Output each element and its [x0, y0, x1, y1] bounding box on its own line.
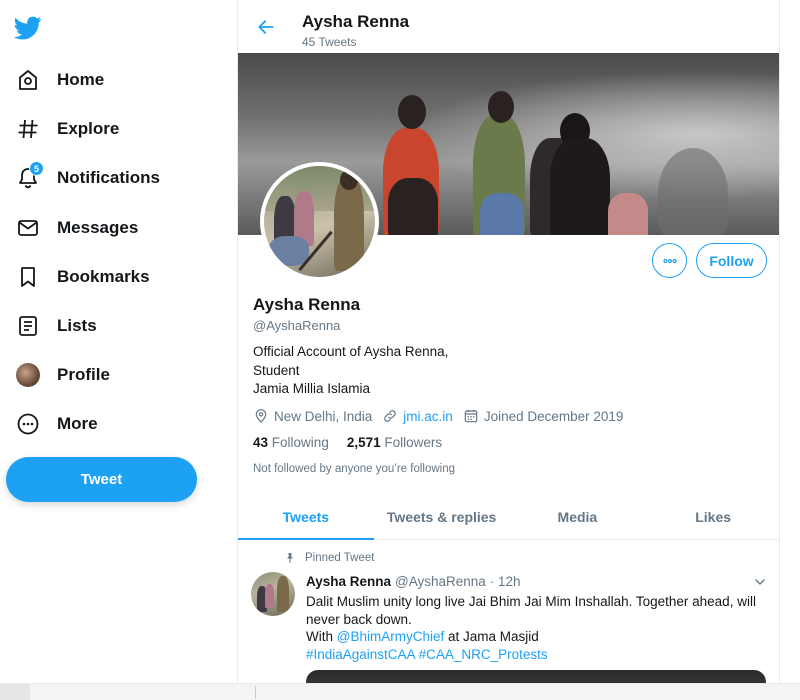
bottom-status-bar [0, 683, 800, 700]
pinned-indicator: Pinned Tweet [284, 552, 374, 564]
profile-column: Aysha Renna 45 Tweets Follow Aysha Renna… [237, 0, 780, 700]
sidebar-item-label: Explore [57, 119, 120, 138]
tweet-header: Aysha Renna @AyshaRenna · 12h [306, 574, 521, 589]
profile-bio: Official Account of Aysha Renna, Student… [253, 343, 448, 399]
sidebar-item-label: Lists [57, 316, 97, 335]
following-label: Following [271, 435, 329, 450]
pinned-label: Pinned Tweet [305, 552, 375, 564]
tweet-avatar[interactable] [251, 572, 295, 616]
bio-line: Student [253, 362, 300, 378]
location: New Delhi, India [253, 408, 372, 424]
sidebar-item-notifications[interactable]: 5 Notifications [14, 158, 160, 198]
more-dots-icon [662, 258, 677, 263]
tab-tweets-replies[interactable]: Tweets & replies [374, 494, 510, 539]
sidebar-item-messages[interactable]: Messages [14, 208, 138, 248]
bell-icon: 5 [14, 161, 44, 192]
twitter-bird-icon[interactable] [13, 14, 42, 42]
tab-likes[interactable]: Likes [645, 494, 779, 539]
header-tweet-count: 45 Tweets [302, 35, 357, 49]
tweet-time[interactable]: · 12h [490, 574, 521, 589]
followers-count: 2,571 [346, 435, 381, 450]
tweet-with-line: With @BhimArmyChief at Jama Masjid [306, 628, 766, 646]
website: jmi.ac.in [382, 408, 453, 424]
right-margin [780, 0, 800, 683]
sidebar-item-home[interactable]: Home [14, 60, 104, 100]
calendar-icon [464, 410, 478, 423]
bookmark-icon [14, 263, 42, 291]
website-link[interactable]: jmi.ac.in [403, 409, 453, 424]
follow-button[interactable]: Follow [696, 243, 767, 278]
hashtag-link[interactable]: #CAA_NRC_Protests [419, 647, 548, 662]
profile-name: Aysha Renna [253, 295, 361, 314]
link-icon [384, 410, 397, 422]
profile-meta: New Delhi, India jmi.ac.in Joined Decemb… [253, 406, 633, 426]
tweet-author-handle[interactable]: @AyshaRenna [395, 574, 486, 589]
hashtag-icon [14, 115, 42, 143]
more-options-button[interactable] [652, 243, 687, 278]
envelope-icon [14, 214, 42, 242]
tab-media[interactable]: Media [510, 494, 646, 539]
more-circle-icon [14, 410, 42, 438]
joined-date: Joined December 2019 [463, 408, 624, 424]
chevron-down-icon[interactable] [752, 574, 768, 590]
follow-stats: 43 Following 2,571 Followers [253, 435, 460, 450]
sidebar-item-label: Profile [57, 365, 110, 384]
followers-label: Followers [384, 435, 443, 450]
sidebar-item-explore[interactable]: Explore [14, 109, 119, 149]
tweet-hashtags: #IndiaAgainstCAA #CAA_NRC_Protests [306, 646, 766, 664]
not-followed-note: Not followed by anyone you’re following [253, 463, 456, 475]
tweet-body: Dalit Muslim unity long live Jai Bhim Ja… [306, 594, 756, 627]
sidebar-item-profile[interactable]: Profile [14, 355, 110, 395]
location-pin-icon [255, 409, 267, 423]
list-icon [14, 312, 42, 340]
profile-avatar[interactable] [260, 162, 379, 281]
sidebar-item-label: Bookmarks [57, 267, 150, 286]
hashtag-link[interactable]: #IndiaAgainstCAA [306, 647, 415, 662]
following-count: 43 [253, 435, 269, 450]
sidebar-item-lists[interactable]: Lists [14, 306, 97, 346]
sidebar: Home Explore 5 Notifications Messages Bo… [0, 0, 237, 700]
following-link[interactable]: 43 Following [253, 435, 329, 450]
sidebar-item-bookmarks[interactable]: Bookmarks [14, 257, 150, 297]
pin-icon [287, 553, 293, 563]
tweet-button[interactable]: Tweet [6, 457, 197, 502]
followers-link[interactable]: 2,571 Followers [347, 435, 442, 450]
sidebar-item-more[interactable]: More [14, 404, 98, 444]
profile-header-bar: Aysha Renna 45 Tweets [238, 0, 779, 53]
tweet-text: Dalit Muslim unity long live Jai Bhim Ja… [306, 593, 766, 663]
tweet-mention-link[interactable]: @BhimArmyChief [337, 629, 444, 644]
home-icon [14, 66, 42, 94]
sidebar-item-label: Notifications [57, 168, 160, 187]
bio-line: Official Account of Aysha Renna, [253, 344, 449, 359]
tweet-author-name[interactable]: Aysha Renna [306, 574, 391, 589]
sidebar-item-label: Home [57, 70, 105, 89]
joined-text: Joined December 2019 [483, 408, 624, 424]
avatar-icon [14, 361, 42, 389]
tweet-with-prefix: With [306, 629, 337, 644]
header-name: Aysha Renna [302, 12, 410, 31]
location-text: New Delhi, India [274, 408, 373, 424]
profile-handle: @AyshaRenna [253, 318, 341, 333]
tweet-with-suffix: at Jama Masjid [444, 629, 539, 644]
profile-tabs: Tweets Tweets & replies Media Likes [238, 494, 779, 540]
sidebar-item-label: More [57, 414, 98, 433]
back-arrow-icon[interactable] [256, 17, 276, 37]
bio-line: Jamia Millia Islamia [253, 381, 371, 396]
notification-badge: 5 [29, 161, 44, 176]
sidebar-item-label: Messages [57, 218, 139, 237]
tab-tweets[interactable]: Tweets [238, 494, 374, 540]
